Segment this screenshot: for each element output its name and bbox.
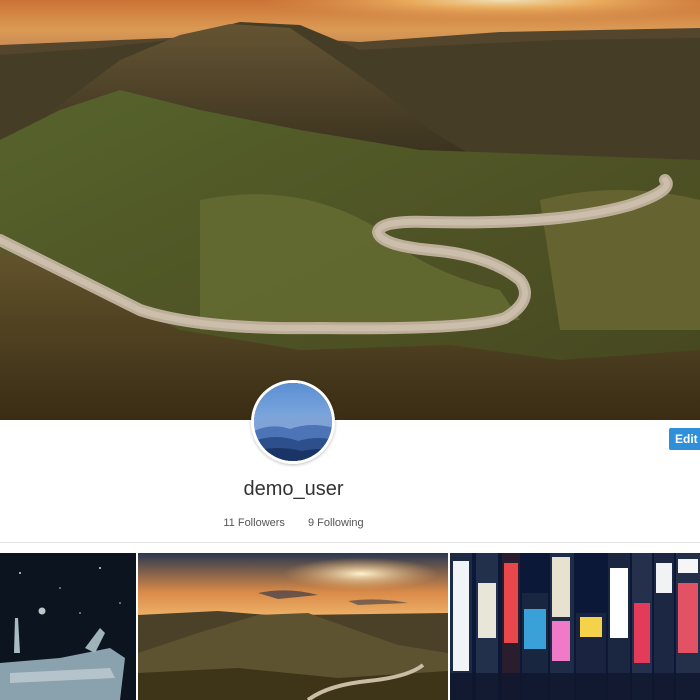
divider <box>0 542 700 543</box>
followers-link[interactable]: 11 Followers <box>223 517 285 529</box>
post-tile-night-ship[interactable] <box>0 553 136 700</box>
cover-photo <box>0 0 700 420</box>
following-link[interactable]: 9 Following <box>308 517 364 529</box>
avatar[interactable] <box>251 380 335 464</box>
post-tile-neon-city[interactable] <box>450 553 700 700</box>
profile-stats: 11 Followers 9 Following <box>0 517 587 529</box>
username: demo_user <box>243 478 344 500</box>
edit-profile-button[interactable]: Edit P <box>669 428 700 450</box>
post-tile-sunset-hills[interactable] <box>138 553 448 700</box>
posts-grid <box>0 553 700 700</box>
